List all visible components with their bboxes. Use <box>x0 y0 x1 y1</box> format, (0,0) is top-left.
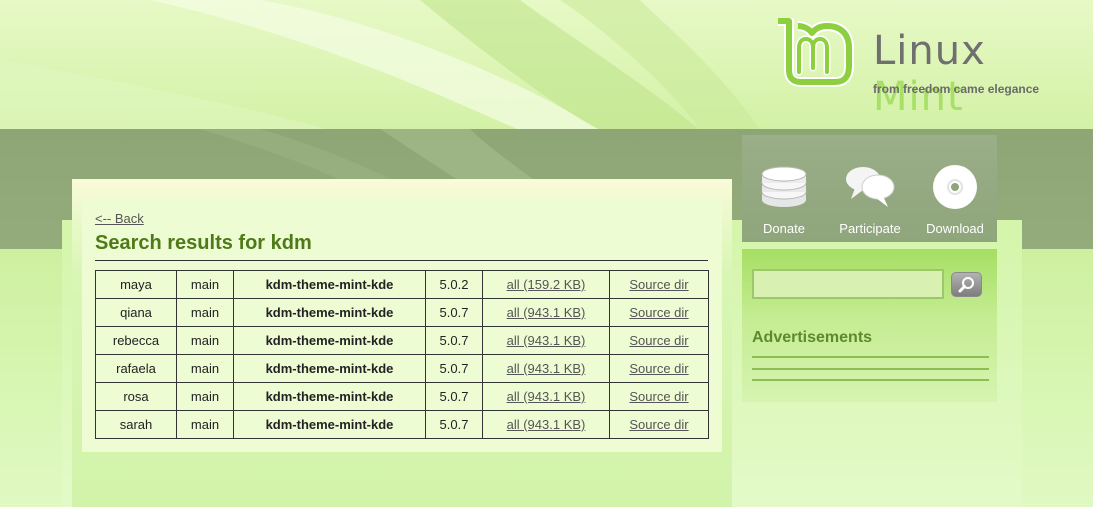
table-row: sarah main kdm-theme-mint-kde 5.0.7 all (943… <box>95 410 709 439</box>
section-cell: main <box>176 326 234 355</box>
sidebar-nav-panel: Donate Participate Download <box>742 135 997 242</box>
speech-bubbles-icon <box>846 167 895 207</box>
download-link[interactable]: all (943.1 KB) <box>507 417 586 432</box>
source-dir-cell: Source dir <box>609 326 709 355</box>
source-dir-link[interactable]: Source dir <box>629 389 688 404</box>
logo-wordmark: Linux Mint <box>873 28 1045 120</box>
release-cell: rafaela <box>95 354 177 383</box>
back-link[interactable]: <-- Back <box>95 211 144 226</box>
download-cell: all (943.1 KB) <box>482 298 610 327</box>
version-cell: 5.0.7 <box>425 382 483 411</box>
page-title: Search results for kdm <box>95 232 312 254</box>
section-cell: main <box>176 382 234 411</box>
download-link[interactable]: all (943.1 KB) <box>507 389 586 404</box>
nav-participate-label: Participate <box>839 221 901 236</box>
ads-divider-3 <box>752 379 989 381</box>
version-cell: 5.0.7 <box>425 354 483 383</box>
download-link[interactable]: all (943.1 KB) <box>507 361 586 376</box>
release-cell: rosa <box>95 382 177 411</box>
main-content-panel: <-- Back Search results for kdm maya main… <box>72 179 732 507</box>
logo-tagline: from freedom came elegance <box>873 82 1040 96</box>
section-cell: main <box>176 270 234 299</box>
download-cell: all (943.1 KB) <box>482 326 610 355</box>
table-row: rosa main kdm-theme-mint-kde 5.0.7 all (943.… <box>95 382 709 411</box>
sidebar-panel: Advertisements <box>742 249 997 402</box>
release-cell: maya <box>95 270 177 299</box>
package-name-cell: kdm-theme-mint-kde <box>233 298 426 327</box>
title-divider <box>95 260 708 261</box>
release-cell: qiana <box>95 298 177 327</box>
source-dir-link[interactable]: Source dir <box>629 417 688 432</box>
download-cell: all (159.2 KB) <box>482 270 610 299</box>
download-cell: all (943.1 KB) <box>482 382 610 411</box>
source-dir-link[interactable]: Source dir <box>629 277 688 292</box>
nav-download-label: Download <box>926 221 984 236</box>
section-cell: main <box>176 298 234 327</box>
table-row: maya main kdm-theme-mint-kde 5.0.2 all (159.… <box>95 270 709 299</box>
search-results-box: <-- Back Search results for kdm maya main… <box>82 199 722 452</box>
source-dir-cell: Source dir <box>609 298 709 327</box>
source-dir-cell: Source dir <box>609 354 709 383</box>
package-name-cell: kdm-theme-mint-kde <box>233 270 426 299</box>
version-cell: 5.0.7 <box>425 298 483 327</box>
ads-divider-1 <box>752 356 989 358</box>
source-dir-link[interactable]: Source dir <box>629 333 688 348</box>
download-link[interactable]: all (943.1 KB) <box>507 333 586 348</box>
source-dir-cell: Source dir <box>609 270 709 299</box>
source-dir-cell: Source dir <box>609 410 709 439</box>
ads-divider-2 <box>752 368 989 370</box>
nav-donate[interactable]: Donate <box>744 163 824 236</box>
table-row: rafaela main kdm-theme-mint-kde 5.0.7 all (9… <box>95 354 709 383</box>
site-logo[interactable]: Linux Mint from freedom came elegance <box>775 16 1045 120</box>
download-link[interactable]: all (943.1 KB) <box>507 305 586 320</box>
disc-icon <box>933 165 977 209</box>
download-cell: all (943.1 KB) <box>482 354 610 383</box>
version-cell: 5.0.2 <box>425 270 483 299</box>
package-name-cell: kdm-theme-mint-kde <box>233 326 426 355</box>
search-input[interactable] <box>752 269 944 299</box>
package-name-cell: kdm-theme-mint-kde <box>233 354 426 383</box>
section-cell: main <box>176 354 234 383</box>
version-cell: 5.0.7 <box>425 326 483 355</box>
logo-word-mint: Mint <box>873 74 964 120</box>
linux-mint-logo-icon <box>778 16 854 87</box>
source-dir-link[interactable]: Source dir <box>629 361 688 376</box>
coins-icon <box>761 166 807 207</box>
source-dir-cell: Source dir <box>609 382 709 411</box>
release-cell: rebecca <box>95 326 177 355</box>
source-dir-link[interactable]: Source dir <box>629 305 688 320</box>
logo-word-linux: Linux <box>873 28 986 74</box>
download-cell: all (943.1 KB) <box>482 410 610 439</box>
package-name-cell: kdm-theme-mint-kde <box>233 410 426 439</box>
nav-download[interactable]: Download <box>915 163 995 236</box>
advertisements-heading: Advertisements <box>752 329 873 346</box>
download-link[interactable]: all (159.2 KB) <box>507 277 586 292</box>
package-name-cell: kdm-theme-mint-kde <box>233 382 426 411</box>
nav-participate[interactable]: Participate <box>830 163 910 236</box>
results-table: maya main kdm-theme-mint-kde 5.0.2 all (159.… <box>95 270 709 439</box>
nav-donate-label: Donate <box>763 221 805 236</box>
table-row: qiana main kdm-theme-mint-kde 5.0.7 all (943… <box>95 298 709 327</box>
search-button[interactable] <box>951 272 982 297</box>
magnifier-icon <box>958 277 974 293</box>
table-row: rebecca main kdm-theme-mint-kde 5.0.7 all (9… <box>95 326 709 355</box>
version-cell: 5.0.7 <box>425 410 483 439</box>
section-cell: main <box>176 410 234 439</box>
release-cell: sarah <box>95 410 177 439</box>
